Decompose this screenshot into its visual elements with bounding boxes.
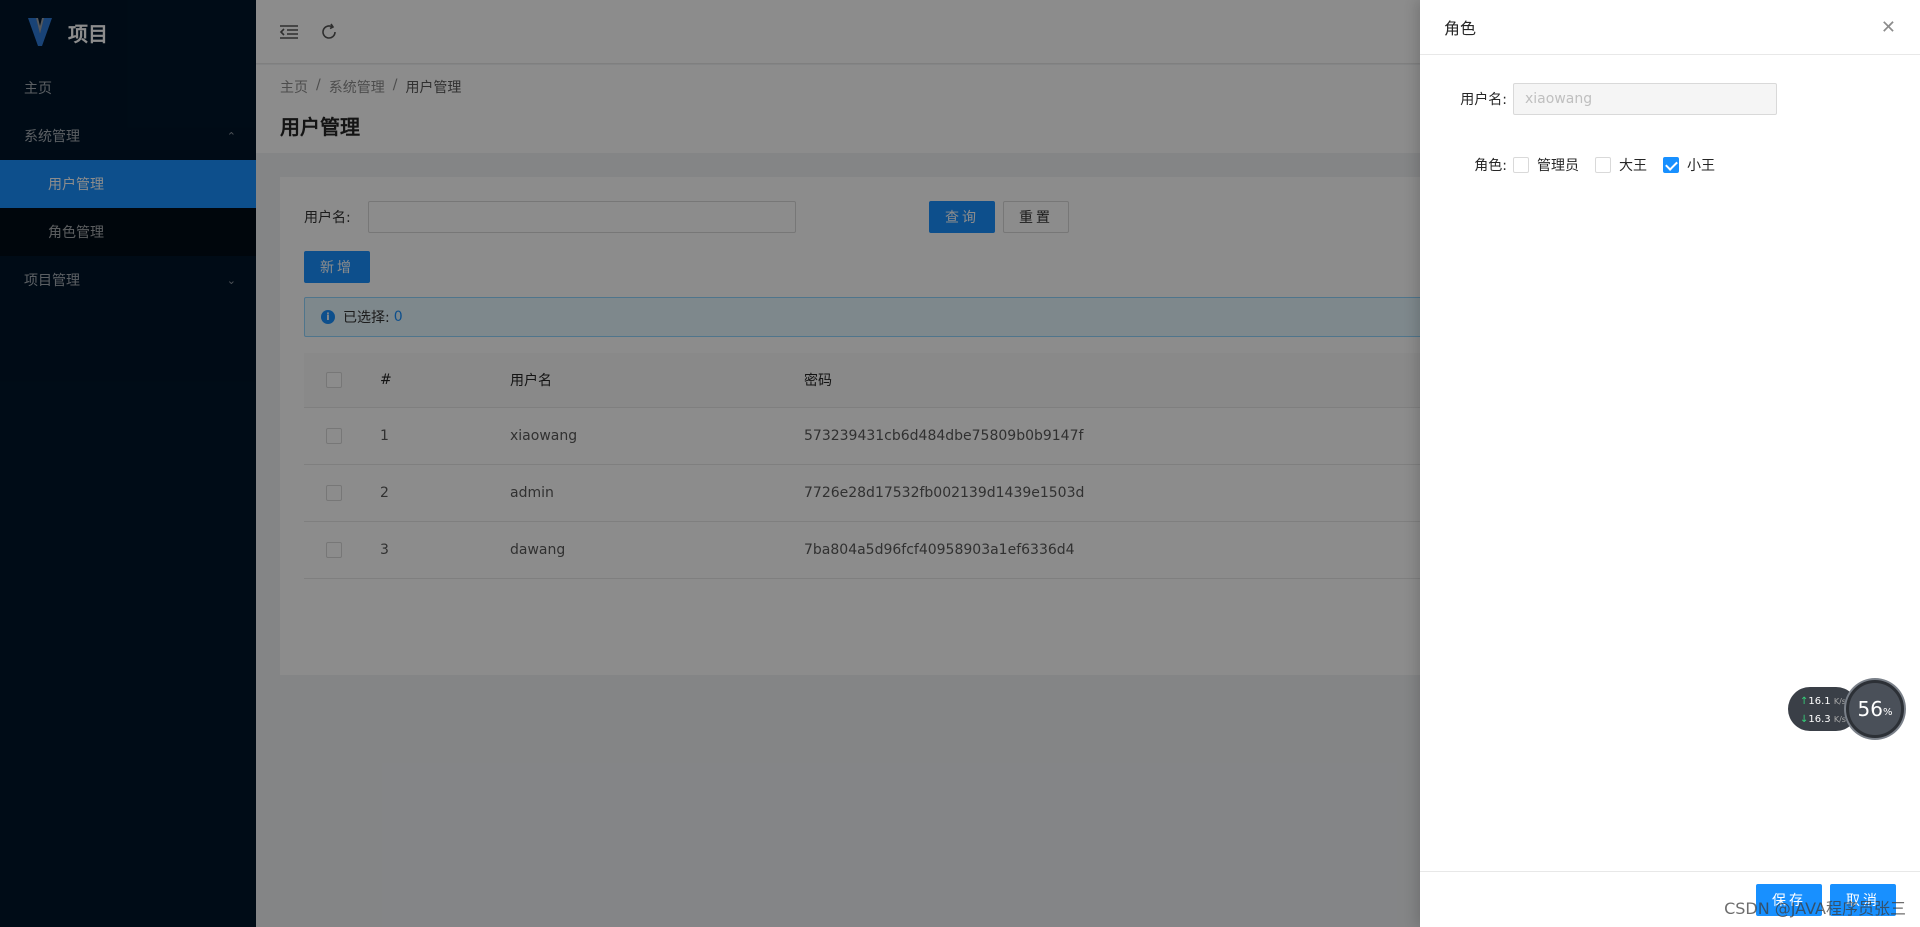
speed-unit: K/s <box>1833 697 1846 706</box>
download-speed: 16.3 <box>1808 714 1831 725</box>
role-option-label: 小王 <box>1687 158 1715 174</box>
role-option-label: 大王 <box>1619 158 1647 174</box>
role-drawer: 角色 ✕ 用户名: xiaowang 角色: 管理员 大王 小王 保存 取消 <box>1420 0 1920 927</box>
upload-speed: 16.1 <box>1808 696 1831 707</box>
username-input: xiaowang <box>1513 83 1777 115</box>
username-form-row: 用户名: xiaowang <box>1420 83 1777 115</box>
watermark: CSDN @JAVA程序员张三 <box>1724 899 1906 918</box>
cpu-percent: 56 <box>1857 697 1883 721</box>
role-option-dawang[interactable]: 大王 <box>1595 155 1647 175</box>
drawer-title: 角色 <box>1444 19 1477 38</box>
role-label: 角色: <box>1474 158 1507 174</box>
cpu-usage-gauge: 56% <box>1846 680 1904 738</box>
role-checkbox[interactable] <box>1513 157 1529 173</box>
username-label: 用户名: <box>1460 92 1507 108</box>
role-form-row: 角色: 管理员 大王 小王 <box>1420 155 1731 175</box>
role-checkbox[interactable] <box>1595 157 1611 173</box>
role-option-label: 管理员 <box>1537 158 1579 174</box>
close-icon[interactable]: ✕ <box>1881 17 1896 38</box>
role-option-admin[interactable]: 管理员 <box>1513 155 1579 175</box>
role-option-xiaowang[interactable]: 小王 <box>1663 155 1715 175</box>
network-monitor-widget[interactable]: ↑16.1 K/s ↓16.3 K/s 56% <box>1788 680 1908 738</box>
speed-unit: K/s <box>1833 715 1846 724</box>
role-checkbox-checked[interactable] <box>1663 157 1679 173</box>
drawer-header: 角色 ✕ <box>1420 0 1920 55</box>
cpu-percent-sign: % <box>1882 706 1893 718</box>
